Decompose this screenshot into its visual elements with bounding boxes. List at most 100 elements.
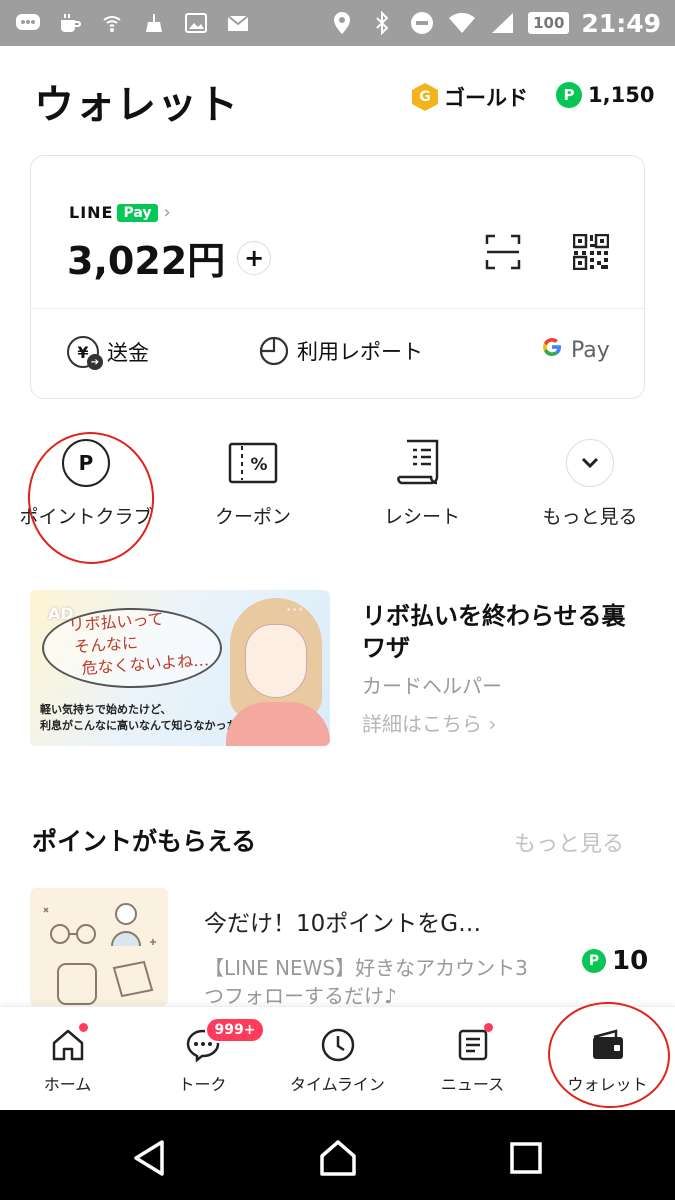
ad-banner-image[interactable]: AD リボ払いって そんなに 危なくないよね… 軽い気持ちで始めたけど、 利息が… xyxy=(30,590,330,746)
quick-menu-label: レシート xyxy=(383,506,460,528)
header: ウォレット G ゴールド P 1,150 xyxy=(0,46,675,150)
home-icon xyxy=(52,1029,83,1061)
qr-code-button[interactable] xyxy=(572,233,610,271)
line-pay-brand-line: LINE xyxy=(69,203,114,222)
offer-illustration xyxy=(43,903,156,1005)
line-pay-brand-pay: Pay xyxy=(117,203,158,222)
quick-menu-label: もっと見る xyxy=(542,506,638,528)
wallet-icon xyxy=(592,1029,623,1059)
wifi-calling-icon xyxy=(98,11,126,35)
recents-button[interactable] xyxy=(506,1138,546,1178)
usage-report-label: 利用レポート xyxy=(297,340,423,364)
ad-title[interactable]: リボ払いを終わらせる裏ワザ xyxy=(362,600,642,664)
nav-label: ニュース xyxy=(440,1075,505,1094)
arrow-right-icon: ➔ xyxy=(87,354,103,370)
back-button[interactable] xyxy=(130,1138,170,1178)
ad-handwriting: リボ払いって そんなに 危なくないよね… xyxy=(67,609,210,679)
battery-indicator: 100 xyxy=(528,12,570,34)
line-points-icon: P xyxy=(582,949,606,973)
line-points-icon: P xyxy=(556,82,582,108)
offer-title[interactable]: 今だけ！10ポイントをG… xyxy=(204,904,534,938)
receipt-icon xyxy=(397,439,439,485)
scan-code-button[interactable] xyxy=(485,234,521,270)
points-value: 1,150 xyxy=(588,83,655,107)
nav-label: ホーム xyxy=(43,1075,92,1094)
charge-button[interactable]: + xyxy=(237,240,272,275)
points-balance[interactable]: P 1,150 xyxy=(556,82,654,108)
chevron-down-icon xyxy=(566,439,614,487)
google-pay-label: Pay xyxy=(571,337,610,363)
ad-caption: 軽い気持ちで始めたけど、 利息がこんなに高いなんて知らなかった… xyxy=(40,703,249,732)
point-club-icon: P xyxy=(62,439,110,487)
send-money-button[interactable]: ¥ ➔ 送金 xyxy=(67,336,149,370)
home-pentagon-icon xyxy=(320,1140,356,1176)
line-pay-link[interactable]: LINE Pay › xyxy=(69,202,171,223)
notification-dot xyxy=(483,1023,493,1032)
notification-dot xyxy=(78,1023,88,1032)
send-money-icon: ¥ ➔ xyxy=(67,336,103,370)
clock: 21:49 xyxy=(581,8,661,38)
offer-description: 【LINE NEWS】好きなアカウント3つフォローするだけ♪ xyxy=(204,956,528,1008)
google-g-icon xyxy=(541,336,563,364)
back-triangle-icon xyxy=(134,1140,164,1176)
nav-news[interactable]: ニュース xyxy=(405,1023,540,1095)
location-icon xyxy=(328,11,356,35)
status-bar: 100 21:49 xyxy=(0,0,675,46)
ad-options-icon[interactable]: ··· xyxy=(286,600,304,619)
nav-label: トーク xyxy=(178,1075,227,1094)
quick-menu-label: ポイントクラブ xyxy=(19,506,153,528)
do-not-disturb-icon xyxy=(408,11,436,35)
woman-face xyxy=(245,624,307,698)
unread-count-badge: 999+ xyxy=(204,1017,266,1043)
nav-talk[interactable]: 999+ トーク xyxy=(135,1017,270,1095)
nav-home[interactable]: ホーム xyxy=(0,1023,135,1095)
chat-notification-icon xyxy=(14,11,42,35)
wifi-icon xyxy=(448,11,476,35)
offer-points: P 10 xyxy=(582,946,648,976)
section-title-points: ポイントがもらえる xyxy=(32,827,257,856)
quick-menu-more[interactable]: もっと見る xyxy=(510,430,670,528)
gold-rank-icon: G xyxy=(412,83,438,111)
ad-advertiser: カードヘルパー xyxy=(362,674,502,698)
coupon-icon: % xyxy=(228,442,278,484)
quick-menu-coupon[interactable]: % クーポン xyxy=(173,430,333,528)
section-more-link[interactable]: もっと見る xyxy=(514,826,624,858)
mail-notification-icon xyxy=(224,11,252,35)
pie-chart-icon xyxy=(259,336,289,366)
offer-points-value: 10 xyxy=(612,946,649,976)
broom-notification-icon xyxy=(140,11,168,35)
clock-icon xyxy=(321,1028,354,1062)
line-pay-card: LINE Pay › 3,022円 + ¥ ➔ 送金 利用レポート Pay xyxy=(30,155,645,399)
pay-balance: 3,022円 xyxy=(67,239,226,283)
page-title: ウォレット xyxy=(34,82,239,128)
nav-label: タイムライン xyxy=(290,1075,385,1094)
signal-icon xyxy=(488,11,516,35)
google-pay-button[interactable]: Pay xyxy=(541,336,610,364)
quick-menu-label: クーポン xyxy=(214,506,291,528)
home-button[interactable] xyxy=(318,1138,358,1178)
image-notification-icon xyxy=(182,11,210,35)
bottom-navigation: ホーム 999+ トーク タイムライン ニュース ウォレット xyxy=(0,1006,675,1110)
coupon-percent: % xyxy=(250,455,267,475)
usage-report-button[interactable]: 利用レポート xyxy=(259,336,423,366)
bluetooth-icon xyxy=(368,11,396,35)
nav-timeline[interactable]: タイムライン xyxy=(270,1025,405,1095)
quick-menu-receipt[interactable]: レシート xyxy=(342,430,502,528)
qr-code-icon xyxy=(572,233,610,271)
coffee-notification-icon xyxy=(56,11,84,35)
recents-square-icon xyxy=(510,1142,542,1174)
news-icon xyxy=(458,1029,487,1061)
gold-rank[interactable]: G ゴールド xyxy=(412,82,528,112)
android-navigation-bar xyxy=(0,1110,675,1200)
card-divider xyxy=(31,308,644,309)
nav-wallet[interactable]: ウォレット xyxy=(540,1025,675,1095)
chevron-right-icon: › xyxy=(163,202,171,223)
quick-menu: P ポイントクラブ % クーポン レシート もっと見る xyxy=(0,430,675,560)
quick-menu-point-club[interactable]: P ポイントクラブ xyxy=(6,430,166,528)
ad-details-link[interactable]: 詳細はこちら › xyxy=(362,708,496,737)
send-money-label: 送金 xyxy=(107,341,149,365)
offer-thumbnail[interactable] xyxy=(30,888,168,1006)
gold-rank-label: ゴールド xyxy=(444,86,528,110)
scan-icon xyxy=(485,234,521,270)
nav-label: ウォレット xyxy=(567,1075,648,1094)
